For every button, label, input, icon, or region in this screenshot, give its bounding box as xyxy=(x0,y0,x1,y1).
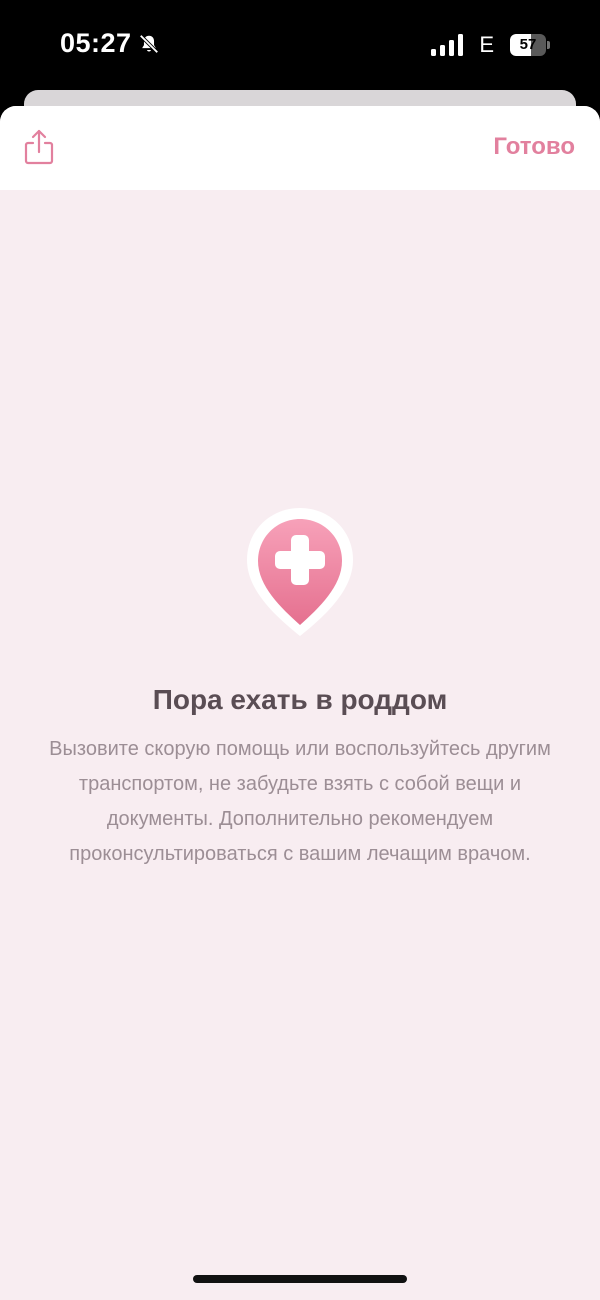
battery-level: 57 xyxy=(519,36,537,53)
bell-slash-icon xyxy=(139,33,159,54)
modal-sheet: Готово Пора ехать в роддом Вызовите скор… xyxy=(0,106,600,1300)
share-icon xyxy=(24,129,54,165)
page-title: Пора ехать в роддом xyxy=(152,684,448,715)
network-type: E xyxy=(479,32,494,57)
status-time-group: 05:27 xyxy=(60,28,160,59)
share-button[interactable] xyxy=(18,126,60,168)
status-bar: 05:27 E 57 xyxy=(0,0,600,90)
hospital-location-pin-icon xyxy=(247,508,353,636)
status-indicators: E 57 xyxy=(431,32,550,58)
home-indicator[interactable] xyxy=(193,1275,407,1283)
screen: 05:27 E 57 Готово Пора ехать в роддом Вы… xyxy=(0,0,600,1300)
battery-cap xyxy=(547,41,550,49)
battery-body: 57 xyxy=(510,34,546,56)
status-time: 05:27 xyxy=(60,28,132,58)
signal-icon xyxy=(431,34,464,56)
description-text: Вызовите скорую помощь или воспользуйтес… xyxy=(49,738,551,865)
sheet-header: Готово xyxy=(0,106,600,190)
hospital-pin-illustration xyxy=(244,506,356,638)
battery-icon: 57 xyxy=(510,34,550,56)
done-button[interactable]: Готово xyxy=(493,133,575,161)
